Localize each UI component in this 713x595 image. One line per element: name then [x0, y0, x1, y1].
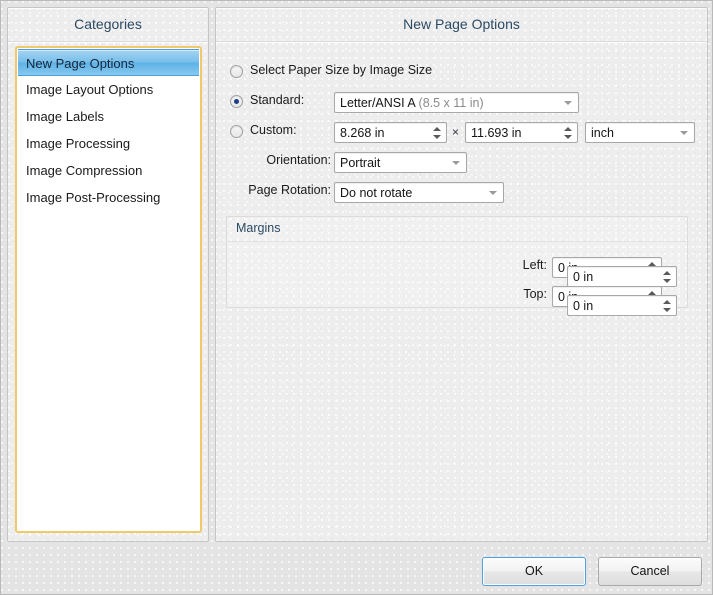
custom-width-stepper[interactable]: 8.268 in	[334, 122, 447, 143]
sidebar-item-label: New Page Options	[26, 56, 134, 71]
radio-select-paper-size-by-image-size[interactable]	[230, 65, 243, 78]
orientation-value: Portrait	[340, 153, 446, 174]
sidebar-item-image-processing[interactable]: Image Processing	[18, 130, 199, 157]
cancel-button-label: Cancel	[631, 564, 670, 578]
radio-label-select-paper-size-by-image-size: Select Paper Size by Image Size	[250, 63, 432, 77]
sidebar-item-label: Image Labels	[26, 109, 104, 124]
standard-paper-size-hint: (8.5 x 11 in)	[419, 96, 484, 110]
dimension-separator-icon: ×	[452, 125, 459, 139]
options-panel: New Page Options Select Paper Size by Im…	[215, 7, 708, 542]
orientation-label: Orientation:	[246, 153, 331, 167]
radio-custom[interactable]	[230, 125, 243, 138]
radio-label-custom: Custom:	[250, 123, 297, 137]
stepper-down-icon[interactable]	[663, 308, 671, 312]
custom-unit-combobox[interactable]: inch	[585, 122, 695, 143]
categories-listbox[interactable]: New Page Options Image Layout Options Im…	[15, 46, 202, 533]
dialog-window: Categories New Page Options Image Layout…	[0, 0, 713, 595]
radio-label-standard: Standard:	[250, 93, 304, 107]
margin-right-stepper[interactable]: 0 in	[567, 266, 677, 287]
custom-unit-value: inch	[591, 123, 674, 144]
standard-paper-size-name: Letter/ANSI A	[340, 96, 415, 110]
margins-divider	[228, 241, 686, 242]
orientation-combobox[interactable]: Portrait	[334, 152, 467, 173]
page-rotation-combobox[interactable]: Do not rotate	[334, 182, 504, 203]
chevron-down-icon	[680, 131, 688, 135]
page-rotation-label: Page Rotation:	[236, 183, 331, 197]
margin-bottom-stepper[interactable]: 0 in	[567, 295, 677, 316]
margin-bottom-value: 0 in	[573, 296, 658, 317]
stepper-up-icon[interactable]	[433, 127, 441, 131]
custom-height-value: 11.693 in	[471, 123, 559, 144]
margin-right-value: 0 in	[573, 267, 658, 288]
custom-width-value: 8.268 in	[340, 123, 428, 144]
chevron-down-icon	[489, 191, 497, 195]
standard-paper-size-value: Letter/ANSI A (8.5 x 11 in)	[340, 93, 558, 114]
standard-paper-size-combobox[interactable]: Letter/ANSI A (8.5 x 11 in)	[334, 92, 579, 113]
chevron-down-icon	[564, 101, 572, 105]
custom-height-stepper[interactable]: 11.693 in	[465, 122, 578, 143]
chevron-down-icon	[452, 161, 460, 165]
margins-title: Margins	[236, 221, 280, 235]
sidebar-item-image-layout-options[interactable]: Image Layout Options	[18, 76, 199, 103]
sidebar-item-label: Image Post-Processing	[26, 190, 160, 205]
stepper-down-icon[interactable]	[663, 279, 671, 283]
sidebar-item-new-page-options[interactable]: New Page Options	[18, 49, 199, 76]
ok-button[interactable]: OK	[482, 557, 586, 586]
sidebar-item-label: Image Compression	[26, 163, 142, 178]
sidebar-item-image-labels[interactable]: Image Labels	[18, 103, 199, 130]
margin-top-label: Top:	[417, 287, 547, 301]
categories-panel: Categories New Page Options Image Layout…	[7, 7, 209, 542]
stepper-down-icon[interactable]	[564, 135, 572, 139]
page-title: New Page Options	[216, 8, 707, 42]
radio-standard[interactable]	[230, 95, 243, 108]
stepper-up-icon[interactable]	[564, 127, 572, 131]
stepper-down-icon[interactable]	[433, 135, 441, 139]
sidebar-item-image-post-processing[interactable]: Image Post-Processing	[18, 184, 199, 211]
sidebar-item-image-compression[interactable]: Image Compression	[18, 157, 199, 184]
sidebar-item-label: Image Processing	[26, 136, 130, 151]
margin-left-label: Left:	[417, 258, 547, 272]
categories-header: Categories	[8, 8, 208, 42]
sidebar-item-label: Image Layout Options	[26, 82, 153, 97]
stepper-up-icon[interactable]	[663, 271, 671, 275]
stepper-up-icon[interactable]	[663, 300, 671, 304]
page-rotation-value: Do not rotate	[340, 183, 483, 204]
cancel-button[interactable]: Cancel	[598, 557, 702, 586]
ok-button-label: OK	[525, 564, 543, 578]
